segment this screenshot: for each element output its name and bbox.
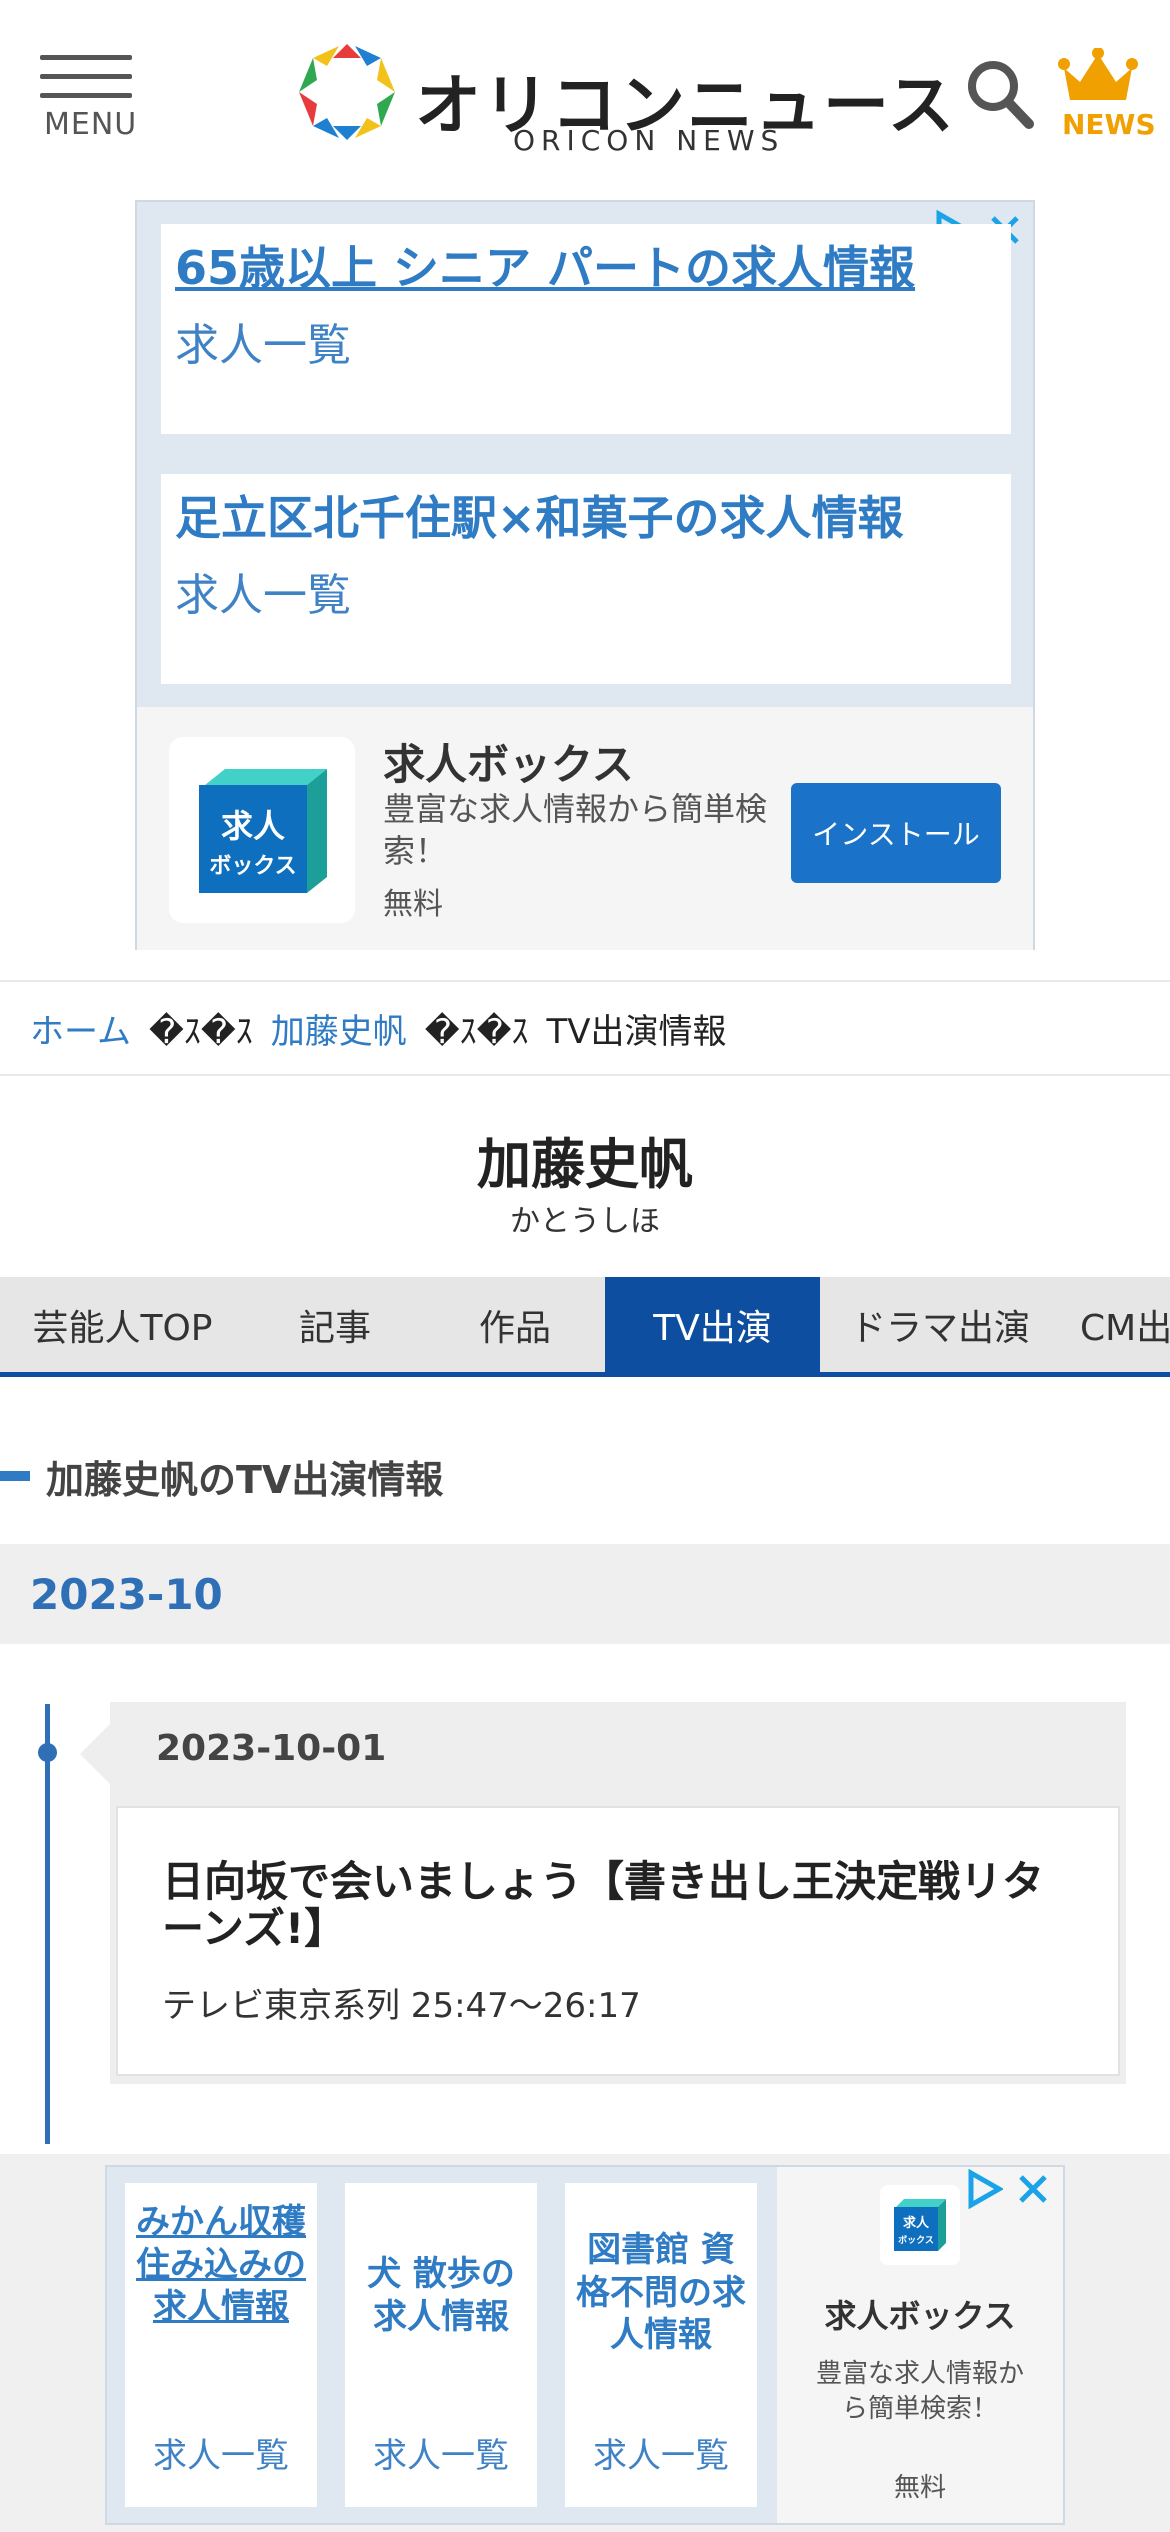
- tv-appearance-entry: 2023-10-01 日向坂で会いましょう【書き出し王決定戦リターンズ!】 テレ…: [110, 1702, 1126, 2084]
- ad-app-promo[interactable]: 求人 ボックス 求人ボックス 豊富な求人情報から簡単検索！ 無料 インストール: [137, 707, 1033, 950]
- ad-card-sub: 求人一覧: [175, 569, 351, 621]
- ad-card-title[interactable]: 図書館 資格不問の求人情報: [565, 2229, 757, 2357]
- svg-text:求人: 求人: [221, 807, 285, 845]
- breadcrumb-separator: �ｽ�ｽ: [148, 1011, 253, 1052]
- ad-card[interactable]: 足立区北千住駅×和菓子の求人情報 求人一覧: [161, 474, 1011, 684]
- breadcrumb-separator: �ｽ�ｽ: [424, 1011, 529, 1052]
- breadcrumb-home-link[interactable]: ホーム: [30, 1004, 131, 1053]
- app-name: 求人ボックス: [383, 740, 634, 789]
- menu-button[interactable]: MENU: [40, 55, 140, 145]
- section-heading-text: 加藤史帆のTV出演情報: [46, 1457, 444, 1502]
- app-icon: 求人 ボックス: [880, 2185, 960, 2265]
- svg-text:ボックス: ボックス: [209, 854, 296, 879]
- close-icon[interactable]: [1013, 2169, 1053, 2209]
- breadcrumb-person-link[interactable]: 加藤史帆: [271, 1004, 407, 1053]
- tab-drama[interactable]: ドラマ出演: [820, 1277, 1060, 1372]
- tab-works[interactable]: 作品: [425, 1277, 605, 1372]
- profile-tabs: 芸能人TOP 記事 作品 TV出演 ドラマ出演 CM出: [0, 1277, 1170, 1377]
- hamburger-icon: [40, 55, 140, 98]
- month-label: 2023-10: [30, 1569, 223, 1619]
- ad-card-sub: 求人一覧: [175, 319, 351, 371]
- app-name: 求人ボックス: [824, 2297, 1016, 2335]
- app-description: 豊富な求人情報から簡単検索！: [815, 2359, 1024, 2425]
- site-logo[interactable]: オリコンニュース ORICON NEWS: [295, 40, 954, 160]
- ad-card-sub: 求人一覧: [593, 2436, 729, 2476]
- ad-card-sub: 求人一覧: [373, 2436, 509, 2476]
- breadcrumb: ホーム �ｽ�ｽ 加藤史帆 �ｽ�ｽ TV出演情報: [0, 980, 1170, 1076]
- breadcrumb-current: TV出演情報: [546, 1011, 727, 1052]
- tab-articles[interactable]: 記事: [245, 1277, 425, 1372]
- entry-pointer: [80, 1722, 112, 1786]
- app-icon: 求人 ボックス: [169, 737, 355, 923]
- adchoices-icon[interactable]: [963, 2169, 1003, 2209]
- ad-banner-top: 65歳以上 シニア パートの求人情報 求人一覧 足立区北千住駅×和菓子の求人情報…: [135, 200, 1035, 950]
- ad-card[interactable]: 図書館 資格不問の求人情報 求人一覧: [565, 2183, 757, 2507]
- ad-card-title[interactable]: 65歳以上 シニア パートの求人情報: [175, 242, 997, 295]
- page-title: 加藤史帆: [477, 1133, 693, 1196]
- tab-top[interactable]: 芸能人TOP: [0, 1277, 245, 1372]
- tab-cm[interactable]: CM出: [1060, 1277, 1170, 1372]
- crown-icon: [1058, 47, 1138, 100]
- ad-card-title[interactable]: みかん収穫 住み込みの求人情報: [125, 2201, 317, 2329]
- ad-card[interactable]: 65歳以上 シニア パートの求人情報 求人一覧: [161, 224, 1011, 434]
- news-label: NEWS: [1062, 108, 1156, 141]
- menu-label: MENU: [44, 107, 138, 142]
- ad-card-title[interactable]: 犬 散歩の求人情報: [345, 2253, 537, 2338]
- ad-app-promo[interactable]: 求人 ボックス 求人ボックス 豊富な求人情報から簡単検索！ 無料: [777, 2167, 1063, 2523]
- program-title[interactable]: 日向坂で会いましょう【書き出し王決定戦リターンズ!】: [162, 1858, 1062, 1952]
- timeline-dot: [38, 1743, 57, 1762]
- news-ranking-button[interactable]: NEWS: [1058, 47, 1156, 141]
- install-button[interactable]: インストール: [791, 783, 1001, 883]
- section-heading: 加藤史帆のTV出演情報: [0, 1448, 443, 1504]
- logo-text-en: ORICON NEWS: [513, 124, 785, 157]
- site-header: MENU オリコンニュース ORICON NEWS NEWS: [0, 0, 1170, 190]
- ad-banner-bottom: みかん収穫 住み込みの求人情報 求人一覧 犬 散歩の求人情報 求人一覧 図書館 …: [105, 2165, 1065, 2525]
- month-header: 2023-10: [0, 1544, 1170, 1644]
- entry-card[interactable]: 日向坂で会いましょう【書き出し王決定戦リターンズ!】 テレビ東京系列 25:47…: [116, 1806, 1120, 2076]
- program-channel-time: テレビ東京系列 25:47〜26:17: [162, 1986, 641, 2026]
- ad-card[interactable]: 犬 散歩の求人情報 求人一覧: [345, 2183, 537, 2507]
- svg-text:ボックス: ボックス: [898, 2234, 934, 2246]
- app-description: 豊富な求人情報から簡単検索！: [383, 790, 768, 870]
- entry-date: 2023-10-01: [156, 1728, 387, 1769]
- timeline-line: [45, 1704, 50, 2144]
- search-icon[interactable]: [965, 58, 1035, 134]
- ad-card-title[interactable]: 足立区北千住駅×和菓子の求人情報: [175, 492, 997, 545]
- app-price: 無料: [893, 2473, 946, 2503]
- ad-card-sub: 求人一覧: [153, 2436, 289, 2476]
- page-subtitle-kana: かとうしほ: [510, 1204, 660, 1239]
- app-price: 無料: [383, 887, 443, 922]
- logo-mark-icon: [299, 44, 395, 140]
- heading-accent-bar: [0, 1471, 30, 1481]
- tab-tv-appearances[interactable]: TV出演: [605, 1277, 820, 1372]
- svg-text:求人: 求人: [903, 2215, 930, 2231]
- ad-card[interactable]: みかん収穫 住み込みの求人情報 求人一覧: [125, 2183, 317, 2507]
- ad-controls: [963, 2169, 1053, 2209]
